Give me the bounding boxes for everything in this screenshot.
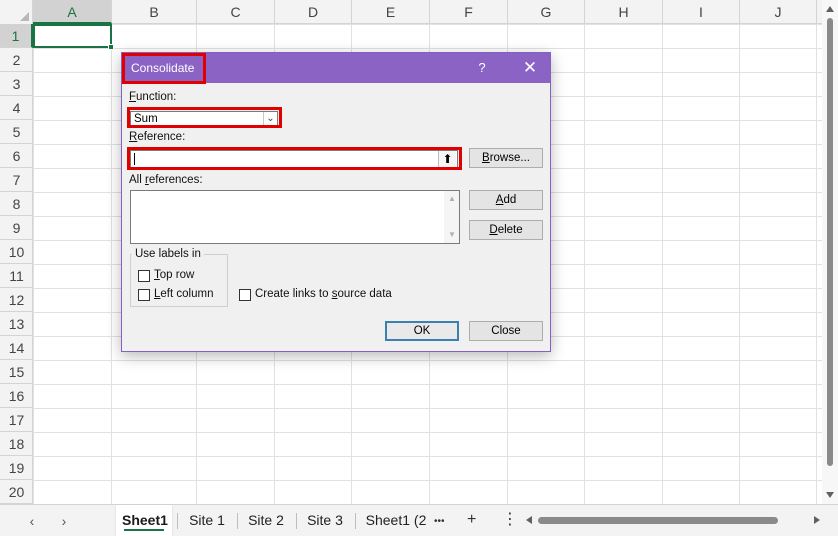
left-column-label[interactable]: Left column — [154, 288, 213, 300]
column-header-h[interactable]: H — [585, 0, 663, 24]
function-value: Sum — [134, 113, 158, 125]
sheet-tab-bar: ‹ › Sheet1 Site 1 Site 2 Site 3 Sheet1 (… — [0, 504, 838, 536]
scroll-up-icon[interactable]: ▲ — [448, 195, 456, 203]
all-references-label: All references: — [129, 174, 203, 186]
row-header-19[interactable]: 19 — [0, 456, 33, 480]
collapse-dialog-icon[interactable]: ⬆ — [438, 151, 456, 167]
grid-line — [739, 24, 740, 504]
select-all-triangle-icon — [20, 12, 29, 21]
row-header-10[interactable]: 10 — [0, 240, 33, 264]
column-header-f[interactable]: F — [430, 0, 508, 24]
row-header-18[interactable]: 18 — [0, 432, 33, 456]
browse-button[interactable]: Browse... — [469, 148, 543, 168]
grid-line — [816, 24, 817, 504]
row-header-16[interactable]: 16 — [0, 384, 33, 408]
use-labels-legend: Use labels in — [132, 248, 204, 260]
close-button[interactable]: Close — [469, 321, 543, 341]
ok-button[interactable]: OK — [385, 321, 459, 341]
tab-separator — [355, 513, 356, 529]
delete-button[interactable]: Delete — [469, 220, 543, 240]
column-header-j[interactable]: J — [740, 0, 817, 24]
tab-site-3[interactable]: Site 3 — [298, 505, 352, 536]
scroll-left-icon[interactable] — [526, 516, 532, 524]
tab-next-icon[interactable]: › — [56, 513, 72, 529]
fill-handle[interactable] — [108, 44, 114, 50]
tab-site-1[interactable]: Site 1 — [180, 505, 234, 536]
row-header-1[interactable]: 1 — [0, 24, 33, 48]
row-header-5[interactable]: 5 — [0, 120, 33, 144]
active-cell-a1[interactable] — [33, 24, 112, 48]
consolidate-dialog: Consolidate ? ✕ Function: Sum ⌄ Referenc… — [121, 52, 551, 352]
grid-line — [584, 24, 585, 504]
scroll-down-icon[interactable]: ▼ — [448, 231, 456, 239]
row-header-11[interactable]: 11 — [0, 264, 33, 288]
dialog-title: Consolidate — [131, 61, 195, 75]
tab-separator — [237, 513, 238, 529]
row-header-8[interactable]: 8 — [0, 192, 33, 216]
row-header-12[interactable]: 12 — [0, 288, 33, 312]
row-header-2[interactable]: 2 — [0, 48, 33, 72]
column-header-c[interactable]: C — [197, 0, 275, 24]
column-header-a[interactable]: A — [33, 0, 112, 24]
add-button[interactable]: Add — [469, 190, 543, 210]
top-row-label[interactable]: Top row — [154, 269, 194, 281]
row-header-13[interactable]: 13 — [0, 312, 33, 336]
tab-separator — [296, 513, 297, 529]
all-references-list[interactable]: ▲ ▼ — [130, 190, 460, 244]
vertical-scrollbar[interactable] — [822, 0, 838, 504]
tab-label: Sheet1 — [122, 512, 168, 528]
row-header-4[interactable]: 4 — [0, 96, 33, 120]
row-header-bar: 1 2 3 4 5 6 7 8 9 10 11 12 13 14 15 16 1… — [0, 24, 33, 504]
select-all-corner[interactable] — [0, 0, 33, 24]
function-dropdown[interactable]: Sum ⌄ — [130, 111, 278, 127]
scroll-right-icon[interactable] — [814, 516, 820, 524]
row-header-3[interactable]: 3 — [0, 72, 33, 96]
left-column-checkbox[interactable] — [138, 289, 150, 301]
tab-prev-icon[interactable]: ‹ — [24, 513, 40, 529]
excel-window: A B C D E F G H I J 1 2 3 4 5 6 7 8 9 10… — [0, 0, 838, 536]
row-header-6[interactable]: 6 — [0, 144, 33, 168]
column-header-i[interactable]: I — [663, 0, 740, 24]
active-tab-underline — [124, 529, 164, 531]
chevron-down-icon[interactable]: ⌄ — [263, 112, 277, 126]
create-links-checkbox[interactable] — [239, 289, 251, 301]
tab-sheet1-2[interactable]: Sheet1 (2 — [360, 505, 432, 536]
references-scrollbar[interactable]: ▲ ▼ — [444, 191, 459, 243]
function-label: Function: — [129, 91, 177, 103]
tab-separator — [177, 513, 178, 529]
row-header-9[interactable]: 9 — [0, 216, 33, 240]
add-sheet-icon[interactable]: + — [467, 511, 476, 529]
column-header-g[interactable]: G — [508, 0, 585, 24]
row-header-20[interactable]: 20 — [0, 480, 33, 504]
sheet-options-icon[interactable]: ⋮ — [502, 511, 518, 529]
horizontal-scrollbar[interactable] — [524, 515, 822, 527]
column-header-d[interactable]: D — [275, 0, 352, 24]
more-sheets-icon[interactable]: ••• — [434, 513, 445, 531]
tab-site-2[interactable]: Site 2 — [239, 505, 293, 536]
row-header-15[interactable]: 15 — [0, 360, 33, 384]
row-header-14[interactable]: 14 — [0, 336, 33, 360]
grid-line — [111, 24, 112, 504]
scroll-down-icon[interactable] — [826, 492, 834, 498]
row-header-7[interactable]: 7 — [0, 168, 33, 192]
reference-input[interactable] — [130, 150, 458, 168]
vertical-scroll-thumb[interactable] — [827, 18, 833, 466]
tab-sheet1[interactable]: Sheet1 — [116, 505, 172, 536]
close-icon[interactable]: ✕ — [518, 58, 542, 78]
column-header-e[interactable]: E — [352, 0, 430, 24]
dialog-titlebar[interactable]: Consolidate ? ✕ — [122, 53, 550, 83]
text-caret — [134, 153, 135, 165]
reference-label: Reference: — [129, 131, 186, 143]
grid-line — [662, 24, 663, 504]
top-row-checkbox[interactable] — [138, 270, 150, 282]
horizontal-scroll-thumb[interactable] — [538, 517, 778, 524]
column-header-bar: A B C D E F G H I J — [0, 0, 822, 24]
scroll-up-icon[interactable] — [826, 6, 834, 12]
help-button[interactable]: ? — [470, 59, 494, 77]
column-header-b[interactable]: B — [112, 0, 197, 24]
create-links-label[interactable]: Create links to source data — [255, 288, 392, 300]
row-header-17[interactable]: 17 — [0, 408, 33, 432]
